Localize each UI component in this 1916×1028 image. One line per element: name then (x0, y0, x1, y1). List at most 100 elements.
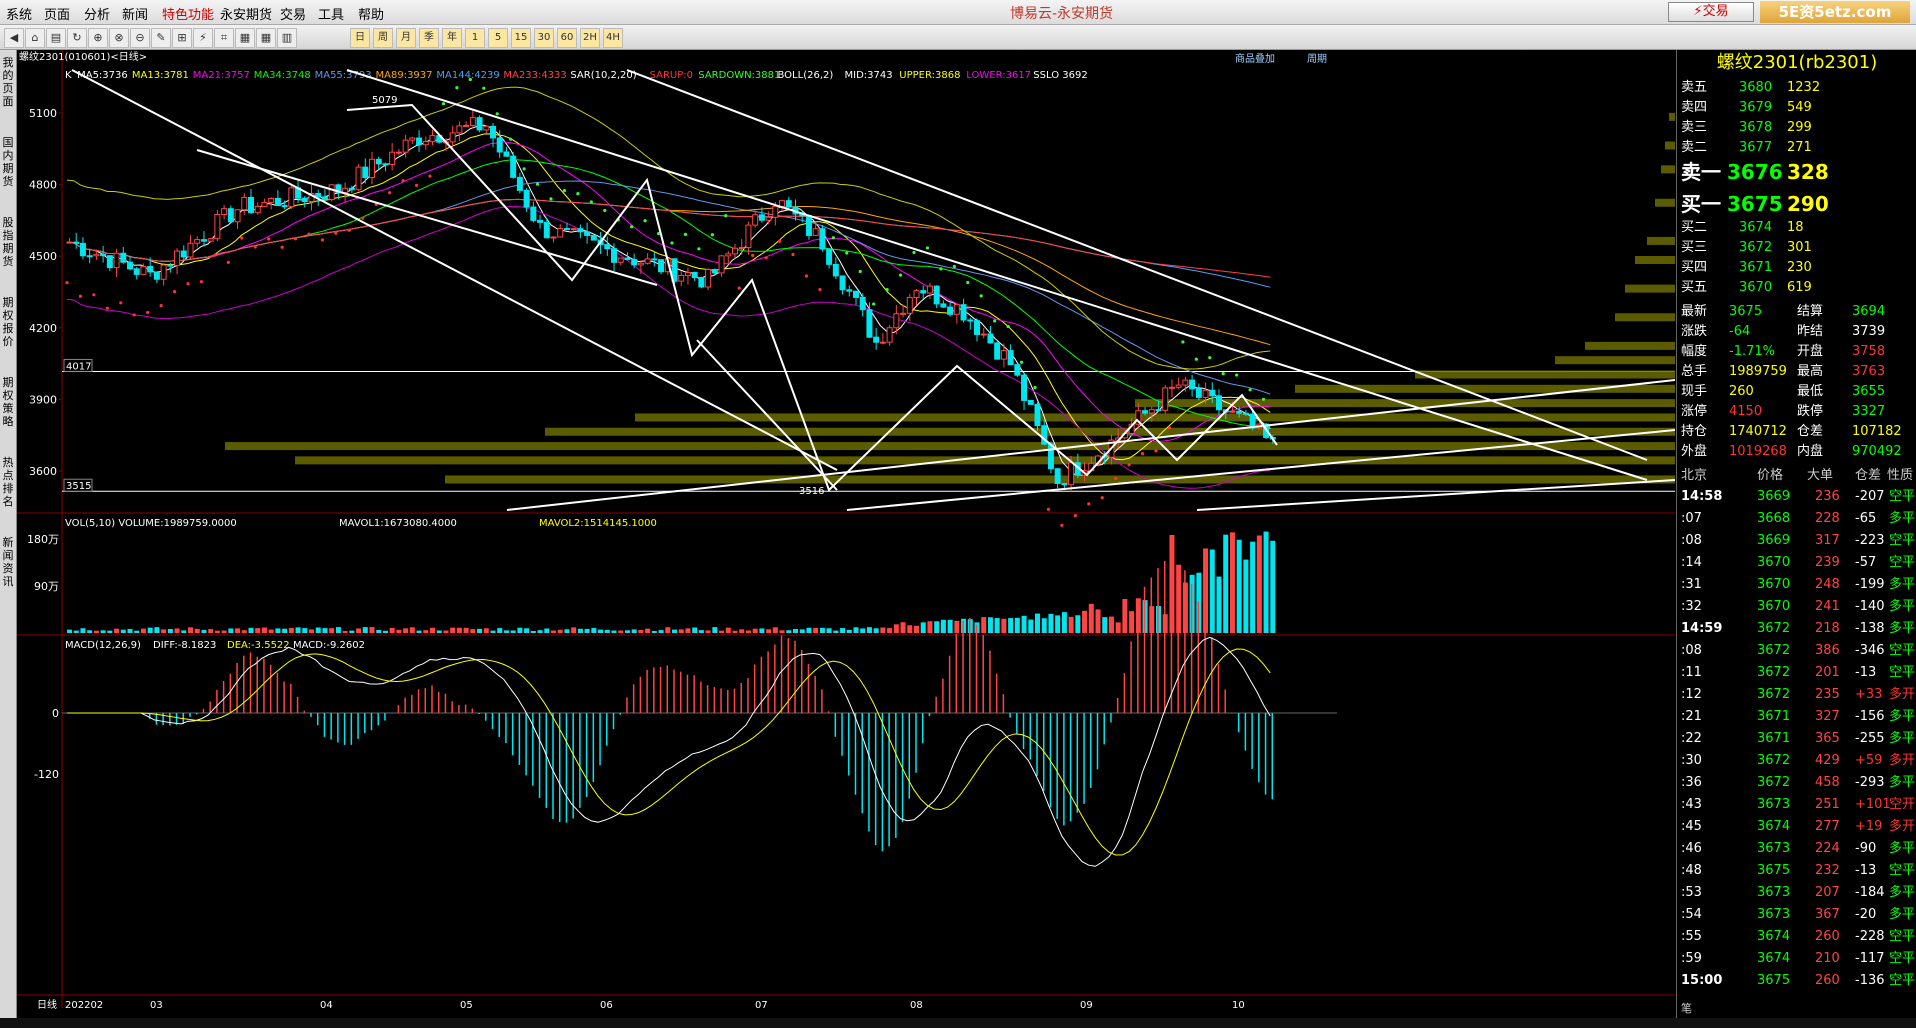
tool-icon-1[interactable]: ⌂ (25, 28, 45, 48)
tick-header-cell: 北京 (1681, 468, 1708, 483)
candle-body-130 (940, 303, 947, 308)
candle-body-122 (886, 327, 893, 343)
sidebar-tab-1[interactable]: 国内期货 (1, 136, 15, 188)
chart-canvas[interactable]: 螺纹2301(010601)<日线> 商品叠加 周期 K MA5:3736 MA13:37… (17, 50, 1675, 1018)
tick-header-cell: 性质 (1887, 468, 1914, 483)
tool-icon-2[interactable]: ▤ (46, 28, 66, 48)
menu-4[interactable]: 特色功能 (162, 4, 214, 23)
sar-dot-124 (898, 273, 903, 277)
sidebar-tab-6[interactable]: 新闻资讯 (1, 536, 15, 588)
sar-dot-76 (576, 192, 580, 196)
ask-row-2-cell: 299 (1787, 120, 1812, 135)
period-button-9[interactable]: 60 (557, 28, 577, 48)
period-button-2[interactable]: 月 (396, 28, 416, 48)
menu-8[interactable]: 帮助 (358, 4, 384, 23)
menu-3[interactable]: 新闻 (122, 4, 148, 23)
candle-body-148 (1061, 482, 1068, 486)
vol-bar-76 (577, 628, 583, 633)
date-tick-3: 04 (320, 1000, 333, 1011)
menu-6[interactable]: 交易 (280, 4, 306, 23)
price-tick-3: 4200 (29, 322, 57, 335)
tick-cell: -223 (1855, 533, 1885, 548)
tool-icon-10[interactable]: ⌗ (214, 28, 234, 48)
period-button-4[interactable]: 年 (442, 28, 462, 48)
candle-body-103 (758, 214, 765, 221)
tool-icon-11[interactable]: ▦ (235, 28, 255, 48)
macd-tick-0: 0 (52, 707, 59, 720)
sar-dot-108 (791, 252, 795, 257)
trade-button[interactable]: ⚡交易 (1668, 2, 1754, 22)
candle-body-139 (1000, 350, 1007, 360)
vol-bar-5 (100, 630, 106, 633)
period-button-10[interactable]: 2H (580, 28, 600, 48)
candle-body-65 (503, 151, 510, 157)
period-button-6[interactable]: 5 (488, 28, 508, 48)
period-button-0[interactable]: 日 (350, 28, 370, 48)
menu-7[interactable]: 工具 (318, 4, 344, 23)
sar-dot-100 (737, 286, 741, 290)
menu-5[interactable]: 永安期货 (220, 4, 272, 23)
menu-2[interactable]: 分析 (84, 4, 110, 23)
sidebar-tab-3[interactable]: 期权报价 (1, 296, 15, 348)
period-button-3[interactable]: 季 (419, 28, 439, 48)
tool-icon-3[interactable]: ↻ (67, 28, 87, 48)
candle-body-93 (691, 272, 698, 279)
stat-row-2-cell: 3758 (1852, 344, 1886, 359)
menu-0[interactable]: 系统 (6, 4, 32, 23)
period-button-7[interactable]: 15 (511, 28, 531, 48)
tick-cell: 3670 (1757, 599, 1791, 614)
tool-icon-8[interactable]: ⊞ (172, 28, 192, 48)
tool-icon-6[interactable]: ⊖ (130, 28, 150, 48)
tick-cell: +101 (1855, 797, 1891, 812)
candle-body-51 (409, 137, 416, 141)
sar-dot-148 (1060, 523, 1064, 527)
tool-icon-4[interactable]: ⊕ (88, 28, 108, 48)
tick-cell: 14:58 (1681, 489, 1723, 504)
indicator-0: K (65, 70, 72, 81)
bid-row-3-cell: 230 (1787, 260, 1812, 275)
candle-body-13 (153, 271, 160, 280)
vol-bar-96 (712, 627, 718, 633)
kline-chart-area[interactable]: 螺纹2301(010601)<日线> 商品叠加 周期 K MA5:3736 MA13:37… (17, 50, 1675, 1018)
sidebar-tab-2[interactable]: 股指期货 (1, 216, 15, 268)
period-button-1[interactable]: 周 (373, 28, 393, 48)
candle-body-87 (651, 258, 658, 261)
candle-body-2 (79, 242, 86, 257)
sar-dot-162 (1154, 449, 1158, 453)
tick-cell: -136 (1855, 973, 1885, 988)
vol-bar-77 (584, 628, 590, 633)
vol-bar-23 (221, 630, 227, 633)
tool-icon-7[interactable]: ✎ (151, 28, 171, 48)
period-button-8[interactable]: 30 (534, 28, 554, 48)
candle-body-17 (180, 250, 187, 258)
tool-icon-13[interactable]: ▥ (277, 28, 297, 48)
vol-bar-39 (329, 628, 335, 633)
tool-icon-0[interactable]: ◀ (4, 28, 24, 48)
tick-header-cell: 大单 (1807, 468, 1834, 483)
macd-header-a: MACD(12,26,9) (65, 640, 141, 651)
tick-row-11: :22 3671 365 -255 多平 (1677, 728, 1916, 750)
candle-body-7 (113, 252, 120, 269)
vol-bar-56 (443, 630, 449, 633)
tick-cell: :31 (1681, 577, 1702, 592)
volume-profile-bar-2 (225, 442, 1675, 451)
stat-row-1-cell: 昨结 (1797, 324, 1824, 339)
vol-bar-140 (1008, 618, 1014, 633)
vol-bar-15 (167, 628, 173, 633)
sidebar-tab-4[interactable]: 期权策略 (1, 376, 15, 428)
tick-header-cell: 仓差 (1855, 468, 1882, 483)
vol-bar-131 (947, 619, 953, 633)
period-button-11[interactable]: 4H (603, 28, 623, 48)
tool-icon-9[interactable]: ⚡ (193, 28, 213, 48)
bid-row-4-cell: 买五 (1681, 280, 1708, 295)
candle-body-169 (1202, 389, 1209, 398)
sidebar-tab-0[interactable]: 我的页面 (1, 56, 15, 108)
volume-profile-bar-16 (1665, 141, 1675, 150)
tool-icon-12[interactable]: ▦ (256, 28, 276, 48)
tool-icon-5[interactable]: ⊗ (109, 28, 129, 48)
sar-dot-122 (885, 287, 889, 292)
menu-1[interactable]: 页面 (44, 4, 70, 23)
period-button-5[interactable]: 1 (465, 28, 485, 48)
sidebar-tab-5[interactable]: 热点排名 (1, 456, 15, 508)
vol-bar-50 (403, 628, 409, 633)
